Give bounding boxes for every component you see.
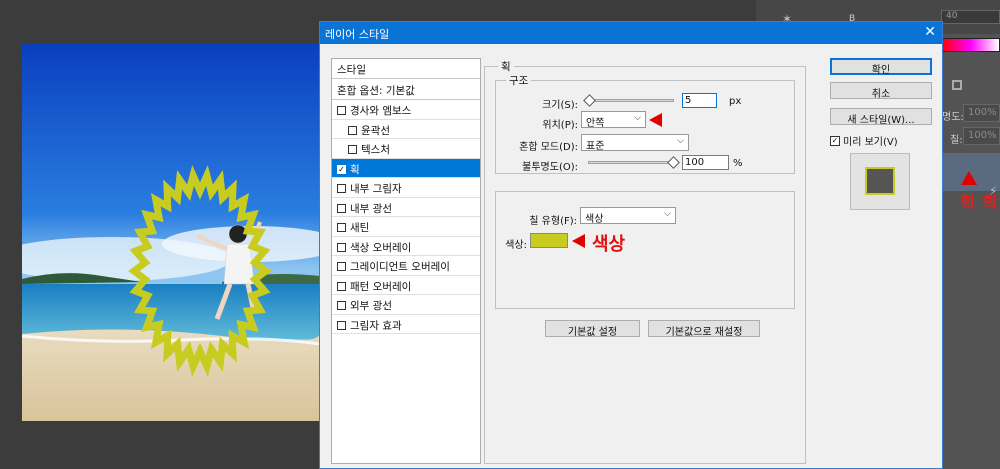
style-item[interactable]: 새틴 [332,217,480,237]
fill-type-label: 칠 유형(F): [529,216,577,227]
opacity-field[interactable]: 100% [963,104,1000,122]
style-item-label: 내부 광선 [350,202,392,215]
style-item-label: 그레이디언트 오버레이 [350,261,450,274]
fill-label: 칠: [950,135,963,146]
canvas-image [22,44,320,421]
reset-default-button[interactable]: 기본값으로 재설정 [648,320,760,338]
style-item[interactable]: 텍스처 [332,139,480,159]
chevron-down-icon: ⌵ [634,113,641,123]
close-icon[interactable]: ✕ [924,24,936,40]
color-swatch[interactable] [530,233,568,248]
checkbox-icon[interactable] [348,125,357,135]
color-label: 색상: [505,240,527,251]
checkbox-icon[interactable] [348,145,357,155]
style-item-label: 색상 오버레이 [350,241,412,254]
preview-label: 미리 보기(V) [843,137,898,148]
style-item-label: 패턴 오버레이 [350,280,412,293]
style-item-label: 경사와 엠보스 [350,105,412,118]
annotation-arrow-up [961,171,977,185]
style-item-label: 텍스처 [361,144,390,157]
transform-icon[interactable] [952,80,962,90]
position-dropdown[interactable]: 안쪽 ⌵ [581,111,646,129]
checkbox-checked-icon[interactable]: ✓ [337,164,346,174]
style-item[interactable]: 그레이디언트 오버레이 [332,256,480,276]
color-ramp[interactable] [941,38,1000,52]
style-preview [850,153,910,210]
style-item-label: 외부 광선 [350,300,392,313]
checkbox-icon[interactable] [337,320,346,330]
style-item[interactable]: 패턴 오버레이 [332,276,480,295]
fill-type-dropdown[interactable]: 색상 ⌵ [580,207,676,225]
preview-checkbox[interactable]: ✓ 미리 보기(V) [830,133,898,148]
set-default-button[interactable]: 기본값 설정 [545,320,640,338]
blend-mode-dropdown[interactable]: 표준 ⌵ [581,134,689,152]
chevron-down-icon: ⌵ [677,136,684,146]
link-icon: ⚡ [989,184,998,198]
style-item-label: 획 [350,163,360,176]
style-item[interactable]: 내부 광선 [332,198,480,217]
opacity-label: 명도: [942,112,964,123]
size-label: 크기(S): [542,100,578,111]
checkbox-icon[interactable]: ✓ [830,135,840,146]
opacity-unit: % [733,158,743,169]
checkbox-icon[interactable] [337,203,346,213]
style-item[interactable]: 경사와 엠보스 [332,100,480,120]
style-item[interactable]: ✓ 획 [332,158,480,178]
style-item[interactable]: 외부 광선 [332,295,480,315]
cancel-button[interactable]: 취소 [830,82,932,100]
checkbox-icon[interactable] [337,281,346,291]
position-value: 안쪽 [586,118,605,129]
style-item-label: 윤곽선 [361,124,390,137]
color-annotation: 색상 [592,234,626,255]
checkbox-icon[interactable] [337,184,346,194]
checkbox-icon[interactable] [337,223,346,233]
annotation-arrow-left [649,113,662,127]
opacity-input[interactable]: 100 [682,155,729,170]
style-item[interactable]: 내부 그림자 [332,178,480,198]
dialog-buttons: 확인 취소 새 스타일(W)... ✓ 미리 보기(V) [830,58,940,238]
dialog-titlebar[interactable]: 레이어 스타일 ✕ [320,22,942,44]
style-item-label: 그림자 효과 [350,319,402,332]
checkbox-icon[interactable] [337,106,346,116]
size-unit: px [729,96,742,107]
style-item[interactable]: 색상 오버레이 [332,237,480,256]
position-label: 위치(P): [542,120,578,131]
preview-thumbnail [865,167,895,195]
opacity-label: 불투명도(O): [522,162,578,173]
style-list: 스타일 혼합 옵션: 기본값 경사와 엠보스 윤곽선 텍스처 ✓ 획 내부 그림자 내부 광… [331,58,481,464]
structure-title: 구조 [506,73,532,88]
stroke-section-title: 획 [498,59,514,74]
ok-button[interactable]: 확인 [830,58,932,76]
fill-type-value: 색상 [585,214,604,225]
annotation-arrow-left [572,234,585,248]
checkbox-icon[interactable] [337,242,346,252]
style-item[interactable]: 그림자 효과 [332,315,480,334]
opacity-slider-track[interactable] [588,161,674,164]
size-input[interactable]: 5 [682,93,717,108]
chevron-down-icon: ⌵ [664,209,671,219]
new-style-button[interactable]: 새 스타일(W)... [830,108,932,126]
stroke-settings-panel: 획 구조 크기(S): 5 px 위치(P): 안쪽 ⌵ 혼합 모드(D): 표… [484,58,806,464]
blend-options-item[interactable]: 혼합 옵션: 기본값 [332,79,480,100]
dialog-title: 레이어 스타일 [325,28,390,41]
blend-mode-value: 표준 [586,141,605,152]
style-item-label: 내부 그림자 [350,183,402,196]
blend-mode-label: 혼합 모드(D): [519,142,578,153]
checkbox-icon[interactable] [337,301,346,311]
checkbox-icon[interactable] [337,262,346,272]
size-slider-track[interactable] [588,99,674,102]
layer-style-dialog: 레이어 스타일 ✕ 스타일 혼합 옵션: 기본값 경사와 엠보스 윤곽선 텍스처 ✓ 획… [319,21,943,469]
style-item-label: 새틴 [350,222,370,235]
style-list-header[interactable]: 스타일 [332,59,480,79]
fill-field[interactable]: 100% [963,127,1000,145]
b-channel-field[interactable]: 40 [941,10,1000,24]
style-item[interactable]: 윤곽선 [332,120,480,139]
